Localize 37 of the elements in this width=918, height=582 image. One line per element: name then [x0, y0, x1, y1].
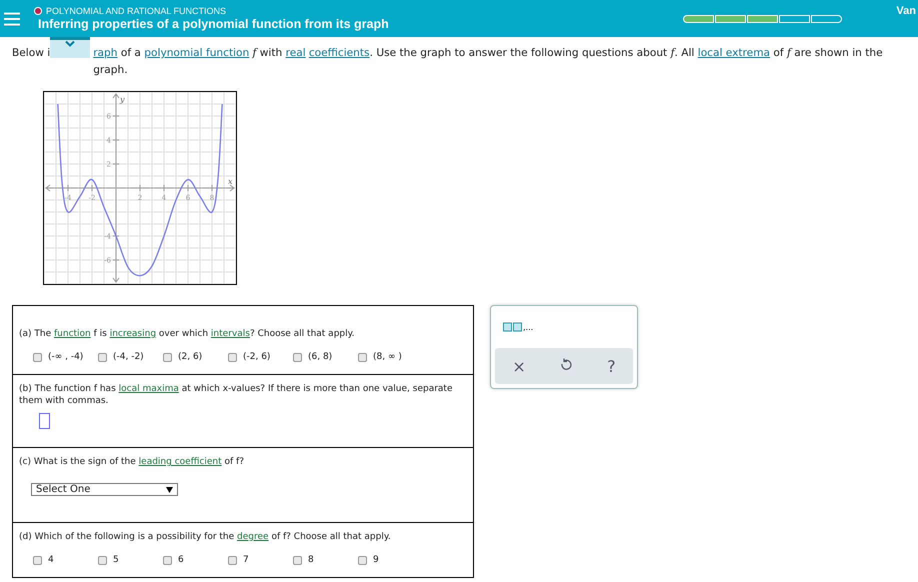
term-link[interactable]: coefficients: [308, 47, 370, 59]
term-link[interactable]: real: [286, 47, 306, 59]
answer-checkbox[interactable]: 7: [228, 555, 293, 565]
axis-label: x: [228, 177, 233, 186]
answer-checkbox[interactable]: 9: [358, 555, 423, 565]
term-link[interactable]: function: [54, 329, 91, 339]
help-button[interactable]: ?: [603, 356, 620, 376]
axis-label: y: [120, 95, 125, 104]
answer-checkbox[interactable]: (-4, -2): [98, 352, 163, 362]
answer-checkbox[interactable]: 8: [293, 555, 358, 565]
term-link[interactable]: local maxima: [118, 384, 179, 394]
question-text: (a) The function f is increasing over which intervals? Choose all that apply.: [19, 328, 356, 340]
term-link[interactable]: degree: [237, 532, 269, 542]
answer-checkbox[interactable]: (2, 6): [163, 352, 228, 362]
answer-checkbox[interactable]: (-∞ , -4): [33, 352, 98, 362]
term-link[interactable]: local extrema: [698, 47, 770, 59]
answer-checkbox[interactable]: 5: [98, 555, 163, 565]
term-link[interactable]: increasing: [110, 329, 156, 339]
term-link[interactable]: polynomial function: [144, 47, 250, 59]
list-template-button[interactable]: ,...: [503, 318, 637, 332]
question-text: (d) Which of the following is a possibility for the degree of f? Choose all that apply.: [19, 531, 392, 543]
answer-checkbox[interactable]: (6, 8): [293, 352, 358, 362]
clear-button[interactable]: ×: [508, 356, 530, 376]
answer-checkbox[interactable]: (8, ∞ ): [358, 352, 423, 362]
topic-label: POLYNOMIAL AND RATIONAL FUNCTIONS: [46, 6, 226, 16]
answer-checkbox[interactable]: 6: [163, 555, 228, 565]
lesson-title: Inferring properties of a polynomial function from its graph: [38, 17, 390, 31]
intro-text: Below i: [12, 46, 50, 61]
question-text: (c) What is the sign of the leading coefficient of f?: [19, 456, 245, 468]
answer-checkbox[interactable]: 4: [33, 555, 98, 565]
term-link[interactable]: leading coefficient: [138, 457, 222, 467]
question-text: (b) The function f has local maxima at which x-values? If there is more than one value, separate them with commas.: [19, 383, 454, 407]
intro-paragraph: raph of a polynomial function f with real coefficients. Use the graph to answer the following questions about f. All local extrema of f are shown in the graph.: [93, 46, 884, 78]
sign-dropdown[interactable]: Select One: [31, 483, 178, 496]
term-link[interactable]: intervals: [210, 329, 250, 339]
answer-checkbox[interactable]: (-2, 6): [228, 352, 293, 362]
term-link[interactable]: raph: [93, 47, 118, 59]
